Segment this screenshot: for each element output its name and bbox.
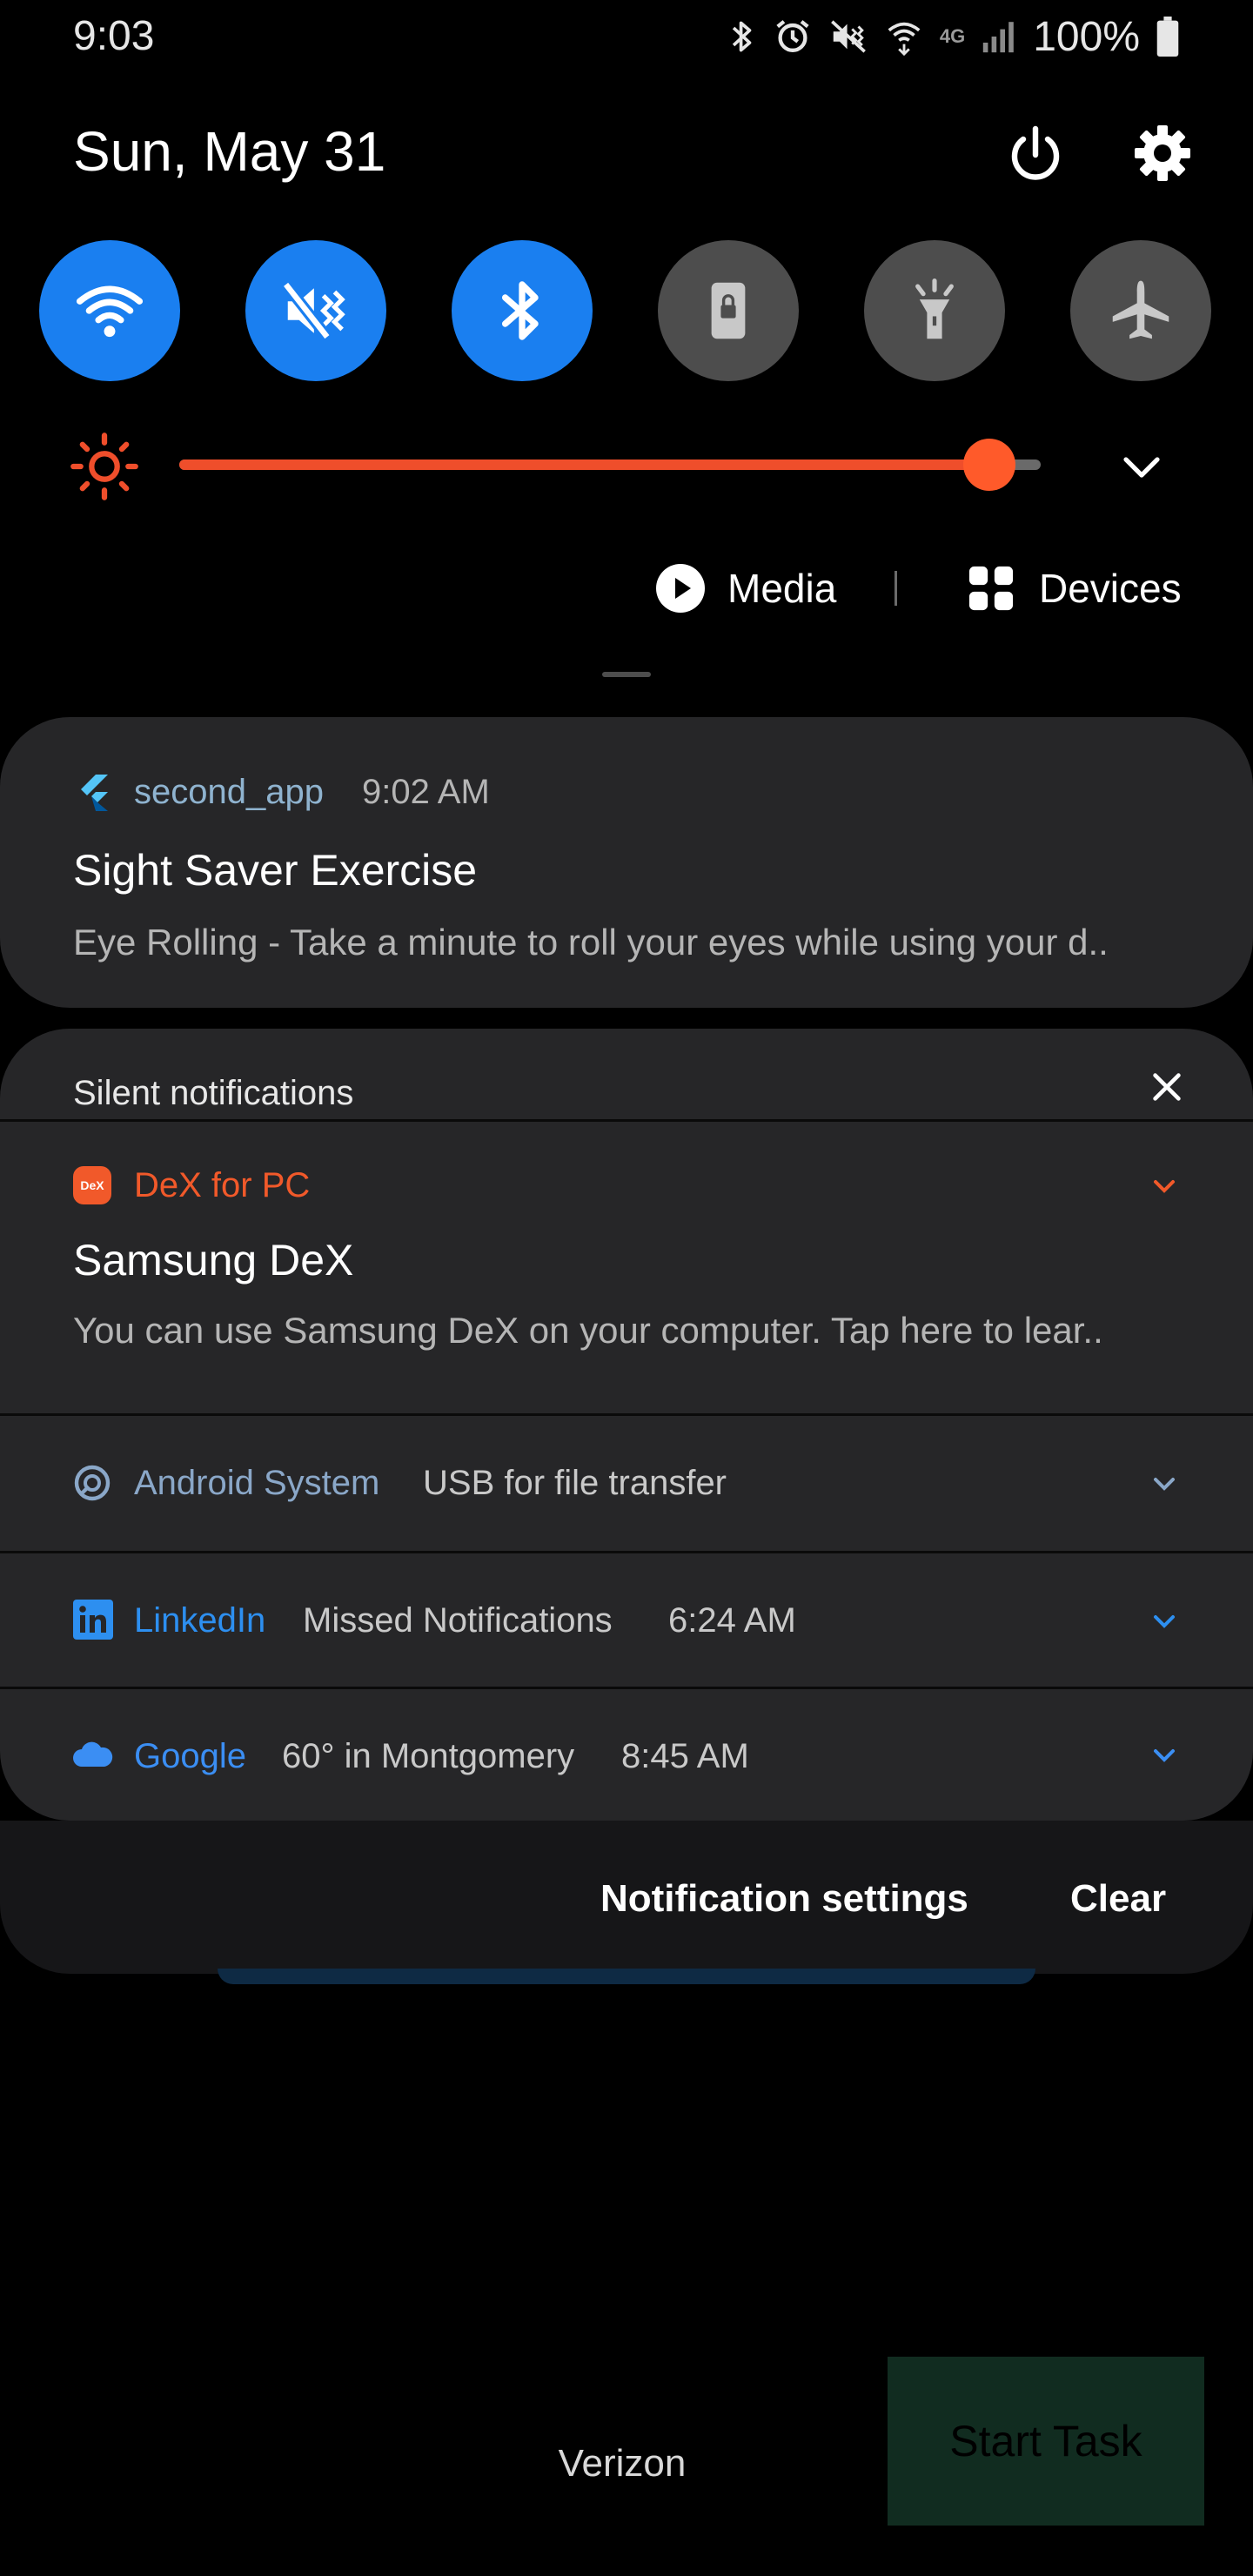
brightness-expand-button[interactable] <box>1114 439 1169 494</box>
clear-button[interactable]: Clear <box>1070 1871 1166 1927</box>
play-icon <box>656 564 705 613</box>
wifi-toggle[interactable] <box>39 240 180 381</box>
notification-title: Samsung DeX <box>73 1236 354 1285</box>
chevron-down-icon <box>1154 1615 1175 1628</box>
devices-icon <box>968 566 1014 611</box>
brightness-slider[interactable] <box>179 439 1041 491</box>
sound-toggle[interactable] <box>245 240 386 381</box>
silent-header: Silent notifications <box>73 1074 354 1112</box>
notification-dex[interactable]: DeX DeX for PC Samsung DeX You can use S… <box>0 1123 1253 1396</box>
notification-time: 6:24 AM <box>668 1601 796 1640</box>
notification-card-second-app[interactable]: second_app 9:02 AM Sight Saver Exercise … <box>0 717 1253 1008</box>
start-task-button[interactable]: Start Task <box>888 2357 1204 2526</box>
divider <box>0 1413 1253 1416</box>
4g-lte-icon: 4G <box>939 25 966 47</box>
drag-handle[interactable] <box>602 672 651 677</box>
chevron-down-icon <box>1154 1180 1175 1193</box>
notification-summary: Missed Notifications <box>303 1601 613 1640</box>
power-icon <box>1011 125 1060 180</box>
expand-button[interactable] <box>1147 1603 1182 1638</box>
signal-icon <box>981 18 1017 55</box>
brightness-thumb[interactable] <box>962 439 1015 491</box>
chevron-down-icon <box>1154 1478 1175 1491</box>
wifi-icon <box>76 285 144 338</box>
airplane-toggle[interactable] <box>1070 240 1211 381</box>
battery-level: 100% <box>1033 13 1140 60</box>
chevron-down-icon <box>1154 1749 1175 1762</box>
notification-settings-button[interactable]: Notification settings <box>600 1871 968 1927</box>
chevron-down-icon <box>1123 457 1160 478</box>
flutter-icon <box>73 773 111 811</box>
divider <box>0 1119 1253 1122</box>
silent-notifications-group: Silent notifications DeX DeX for PC Sams… <box>0 1029 1253 1821</box>
notification-app-name: LinkedIn <box>134 1601 266 1640</box>
notification-time: 9:02 AM <box>362 773 490 811</box>
gear-icon <box>1135 125 1190 181</box>
wifi-calling-icon <box>884 17 924 57</box>
bluetooth-toggle[interactable] <box>452 240 593 381</box>
expand-button[interactable] <box>1147 1168 1182 1203</box>
screen-lock-toggle[interactable] <box>658 240 799 381</box>
sun-icon <box>68 430 141 503</box>
dismiss-silent-button[interactable] <box>1147 1067 1187 1107</box>
flashlight-icon <box>915 278 954 339</box>
notification-app-name: DeX for PC <box>134 1166 311 1204</box>
devices-button[interactable]: Devices <box>968 557 1182 620</box>
settings-button[interactable] <box>1128 118 1197 188</box>
notification-body: Eye Rolling - Take a minute to roll your… <box>73 922 1109 963</box>
notification-body: You can use Samsung DeX on your computer… <box>73 1310 1103 1351</box>
notification-android-system[interactable]: Android System USB for file transfer <box>0 1417 1253 1553</box>
lock-icon <box>711 282 746 339</box>
status-time: 9:03 <box>73 13 155 59</box>
notification-google[interactable]: Google 60° in Montgomery 8:45 AM <box>0 1690 1253 1821</box>
devices-label: Devices <box>1039 566 1182 611</box>
android-system-icon <box>73 1464 111 1502</box>
notification-linkedin[interactable]: LinkedIn Missed Notifications 6:24 AM <box>0 1554 1253 1690</box>
background-app-bar <box>218 1969 1035 1984</box>
flashlight-toggle[interactable] <box>864 240 1005 381</box>
power-button[interactable] <box>1001 120 1070 190</box>
notification-app-name: Android System <box>134 1464 380 1502</box>
mute-icon <box>281 280 345 341</box>
brightness-fill <box>179 460 989 470</box>
expand-button[interactable] <box>1147 1737 1182 1772</box>
media-label: Media <box>727 566 837 611</box>
media-button[interactable]: Media <box>654 557 836 620</box>
date-label: Sun, May 31 <box>73 120 386 183</box>
linkedin-icon <box>73 1600 113 1640</box>
notification-summary: 60° in Montgomery <box>282 1737 575 1775</box>
divider <box>0 1551 1253 1553</box>
airplane-icon <box>1112 280 1169 339</box>
battery-icon <box>1156 17 1180 57</box>
divider <box>0 1687 1253 1689</box>
close-icon <box>1153 1073 1181 1101</box>
cloud-icon <box>71 1739 113 1770</box>
alarm-icon <box>773 17 813 57</box>
vibrate-icon <box>828 17 868 57</box>
bluetooth-icon <box>727 17 757 57</box>
notification-time: 8:45 AM <box>621 1737 749 1775</box>
notification-app-name: second_app <box>134 773 324 811</box>
dex-app-icon: DeX <box>73 1166 111 1204</box>
status-icons: 4G 100% <box>727 12 1180 61</box>
expand-button[interactable] <box>1147 1466 1182 1500</box>
notification-summary: USB for file transfer <box>423 1464 727 1502</box>
bluetooth-icon <box>501 281 539 340</box>
notification-title: Sight Saver Exercise <box>73 846 478 895</box>
notification-app-name: Google <box>134 1737 246 1775</box>
divider <box>895 571 897 606</box>
